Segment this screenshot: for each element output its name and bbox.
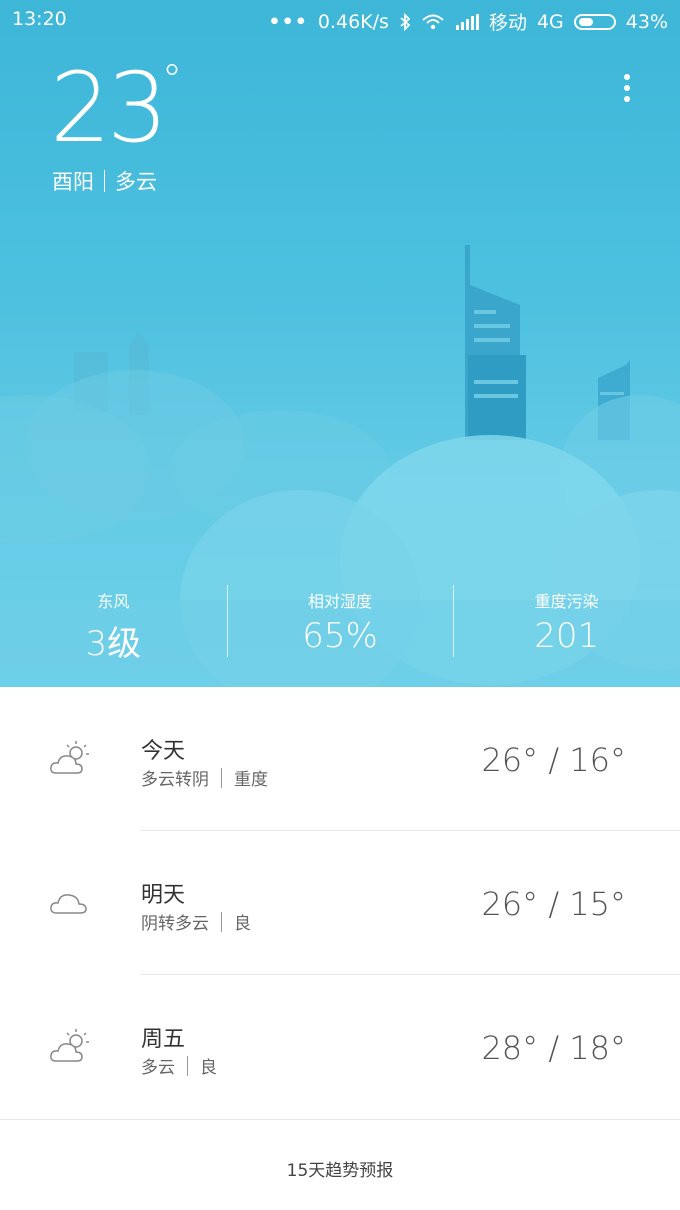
network-type: 4G	[536, 10, 564, 33]
forecast-condition: 阴转多云	[141, 914, 209, 934]
forecast-description: 多云转阴 重度	[141, 765, 268, 790]
signal-icon	[455, 13, 479, 30]
footer-bar: 15天趋势预报	[0, 1119, 680, 1210]
carrier-label: 移动	[488, 12, 527, 34]
daily-forecast-list: 今天 多云转阴 重度 26° / 16° 明天 阴转多云 良 26° / 15°…	[0, 687, 680, 1119]
divider	[221, 911, 222, 932]
forecast-temperature-range: 28° / 18°	[481, 1029, 626, 1067]
weather-stats: 东风 3级 相对湿度 65% 重度污染 201	[0, 585, 680, 664]
forecast-temperature-range: 26° / 16°	[481, 741, 626, 779]
more-dots-icon: •••	[268, 10, 308, 33]
forecast-condition: 多云	[141, 1058, 175, 1078]
cloud-icon	[50, 894, 87, 914]
forecast-temperature-range: 26° / 15°	[481, 885, 626, 923]
stat-humidity: 相对湿度 65%	[226, 585, 454, 660]
battery-icon	[573, 13, 616, 30]
current-temperature: 23 °	[50, 60, 182, 156]
bluetooth-icon	[400, 12, 411, 31]
divider	[104, 170, 105, 192]
status-time: 13:20	[12, 8, 67, 30]
forecast-day: 明天	[141, 883, 186, 908]
city-name: 酉阳	[52, 170, 94, 194]
forecast-description: 阴转多云 良	[141, 909, 251, 934]
degree-symbol: °	[162, 57, 182, 103]
forecast-day: 周五	[141, 1027, 186, 1052]
forecast-row-today[interactable]: 今天 多云转阴 重度 26° / 16°	[0, 687, 680, 831]
fifteen-day-forecast-link[interactable]: 15天趋势预报	[287, 1156, 394, 1181]
forecast-condition: 多云转阴	[141, 770, 209, 790]
stat-value: 65%	[302, 616, 378, 656]
stat-air-quality[interactable]: 重度污染 201	[453, 585, 680, 660]
menu-dot-icon	[624, 96, 630, 102]
stat-value: 3级	[85, 624, 142, 664]
more-menu-button[interactable]	[618, 74, 636, 114]
stat-value: 201	[534, 616, 600, 656]
battery-percent: 43%	[625, 10, 668, 33]
forecast-row-friday[interactable]: 周五 多云 良 28° / 18°	[0, 975, 680, 1119]
forecast-description: 多云 良	[141, 1053, 217, 1078]
stat-label: 东风	[97, 592, 130, 611]
current-condition: 多云	[115, 170, 157, 194]
wifi-icon	[422, 14, 444, 29]
partly-cloudy-icon	[50, 741, 89, 774]
forecast-air-quality: 重度	[234, 770, 268, 790]
network-speed: 0.46K/s	[317, 10, 389, 33]
forecast-air-quality: 良	[234, 914, 251, 934]
temperature-value: 23	[50, 52, 168, 164]
divider	[221, 767, 222, 788]
forecast-day: 今天	[141, 739, 186, 764]
divider	[187, 1055, 188, 1076]
status-bar: 13:20 ••• 0.46K/s 移动 4G 43%	[0, 0, 680, 40]
stat-label: 重度污染	[534, 592, 599, 611]
forecast-row-tomorrow[interactable]: 明天 阴转多云 良 26° / 15°	[0, 831, 680, 975]
menu-dot-icon	[624, 74, 630, 80]
location-condition[interactable]: 酉阳 多云	[52, 166, 157, 196]
menu-dot-icon	[624, 85, 630, 91]
weather-hero: 13:20 ••• 0.46K/s 移动 4G 43% 23 ° 酉阳 多云 东风…	[0, 0, 680, 687]
forecast-air-quality: 良	[200, 1058, 217, 1078]
stat-label: 相对湿度	[308, 592, 373, 611]
stat-wind: 东风 3级	[0, 585, 227, 664]
partly-cloudy-icon	[50, 1029, 89, 1062]
